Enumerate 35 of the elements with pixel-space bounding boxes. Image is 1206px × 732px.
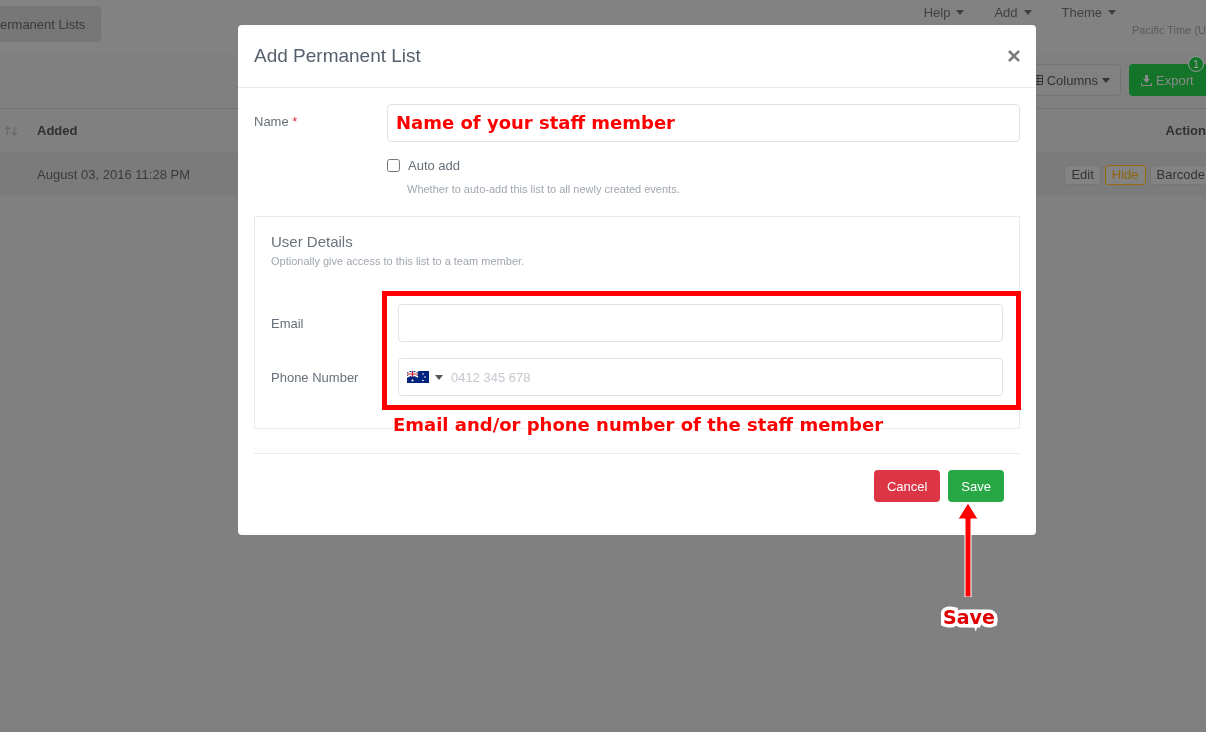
help-text: Whether to auto-add this list to all newly created events.	[407, 183, 681, 195]
caret-icon	[1108, 10, 1117, 15]
action-button[interactable]: Edit	[1064, 164, 1101, 185]
field-label: Email	[271, 315, 305, 331]
phone-input[interactable]: 0412 345 678	[398, 358, 1003, 396]
caret-icon	[1102, 77, 1110, 83]
section-title: User Details	[271, 233, 354, 250]
caret-icon	[1023, 10, 1032, 15]
column-header: Action	[1165, 123, 1206, 138]
auto-add-checkbox[interactable]	[387, 159, 400, 172]
menu-dropdown[interactable]: Theme	[1055, 5, 1123, 20]
name-input[interactable]	[387, 104, 1020, 142]
modal-title: Add Permanent List	[254, 45, 421, 67]
field-label: Name *	[254, 113, 299, 129]
cancel-button[interactable]: Cancel	[873, 470, 941, 502]
email-input[interactable]	[398, 304, 1003, 342]
section-subtitle: Optionally give access to this list to a team member.	[271, 255, 526, 267]
nav-tab[interactable]: ermanent Lists	[0, 6, 102, 42]
menu-dropdown[interactable]: Add	[988, 5, 1038, 20]
annotation-label: Save	[943, 606, 995, 628]
table-cell: August 03, 2016 11:28 PM	[37, 167, 190, 182]
annotation-caption: Email and/or phone number of the staff member	[393, 414, 884, 435]
menu-dropdown[interactable]: Help	[917, 5, 971, 20]
annotation-text: Name of your staff member	[396, 112, 675, 133]
download-icon	[1141, 74, 1152, 86]
count-badge: 1	[1188, 56, 1204, 72]
column-header: Added	[37, 123, 78, 138]
save-button[interactable]: Save	[948, 470, 1004, 502]
flag-icon	[407, 371, 429, 383]
caret-icon	[435, 374, 443, 380]
field-label: Phone Number	[271, 369, 360, 385]
checkbox-label: Auto add	[408, 158, 461, 173]
close-button[interactable]	[1008, 50, 1020, 62]
caret-icon	[956, 10, 965, 15]
action-button[interactable]: Barcode	[1149, 164, 1206, 185]
